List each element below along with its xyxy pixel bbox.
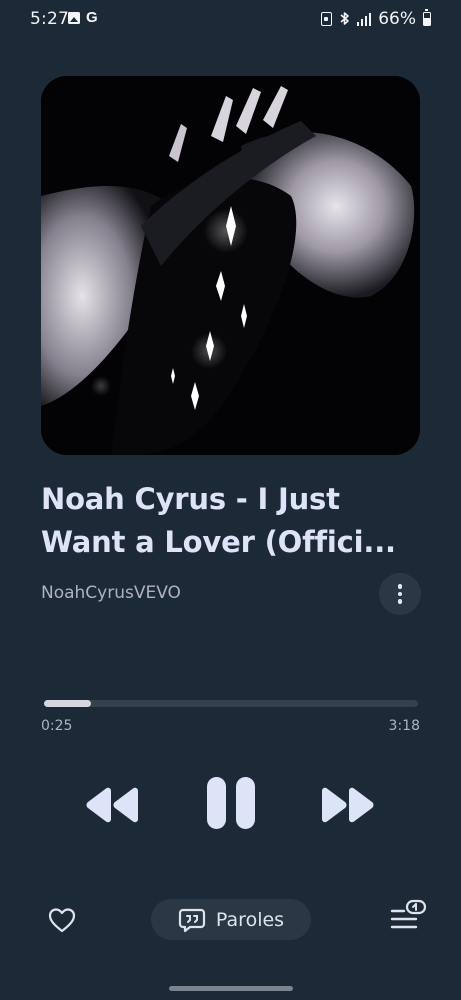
- artist-name[interactable]: NoahCyrusVEVO: [41, 583, 181, 603]
- status-time: 5:27: [30, 9, 69, 29]
- progress-slider[interactable]: [44, 700, 418, 707]
- pause-button[interactable]: [198, 770, 264, 836]
- lyrics-button[interactable]: Paroles: [151, 899, 311, 940]
- queue-button[interactable]: [386, 898, 428, 934]
- player-screen: 5:27 G 66% Noah Cyrus - I Just Want a Lo…: [0, 0, 461, 1000]
- progress-fill: [44, 700, 92, 707]
- pause-icon: [207, 777, 255, 829]
- sim-icon: [320, 12, 332, 26]
- heart-icon: [48, 908, 76, 933]
- elapsed-time: 0:25: [41, 718, 73, 734]
- album-art: [41, 76, 420, 455]
- lyrics-label: Paroles: [215, 908, 285, 931]
- lyrics-icon: [178, 908, 206, 932]
- fast-forward-button[interactable]: [316, 778, 378, 832]
- gallery-icon: [68, 12, 80, 24]
- status-bar: 5:27 G 66%: [0, 0, 461, 38]
- battery-percentage: 66%: [378, 9, 416, 29]
- more-options-button[interactable]: [379, 573, 421, 615]
- home-indicator[interactable]: [169, 986, 293, 991]
- signal-icon: [356, 12, 372, 26]
- fast-forward-icon: [322, 787, 374, 823]
- bluetooth-icon: [339, 11, 350, 28]
- queue-icon: [390, 899, 427, 929]
- rewind-button[interactable]: [82, 778, 144, 832]
- total-time: 3:18: [388, 718, 420, 734]
- battery-icon: [423, 9, 431, 26]
- like-button[interactable]: [44, 902, 80, 938]
- google-icon: G: [86, 9, 98, 26]
- track-title: Noah Cyrus - I Just Want a Lover (Offici…: [41, 482, 396, 559]
- more-dots-icon: [397, 584, 403, 589]
- rewind-icon: [86, 787, 138, 823]
